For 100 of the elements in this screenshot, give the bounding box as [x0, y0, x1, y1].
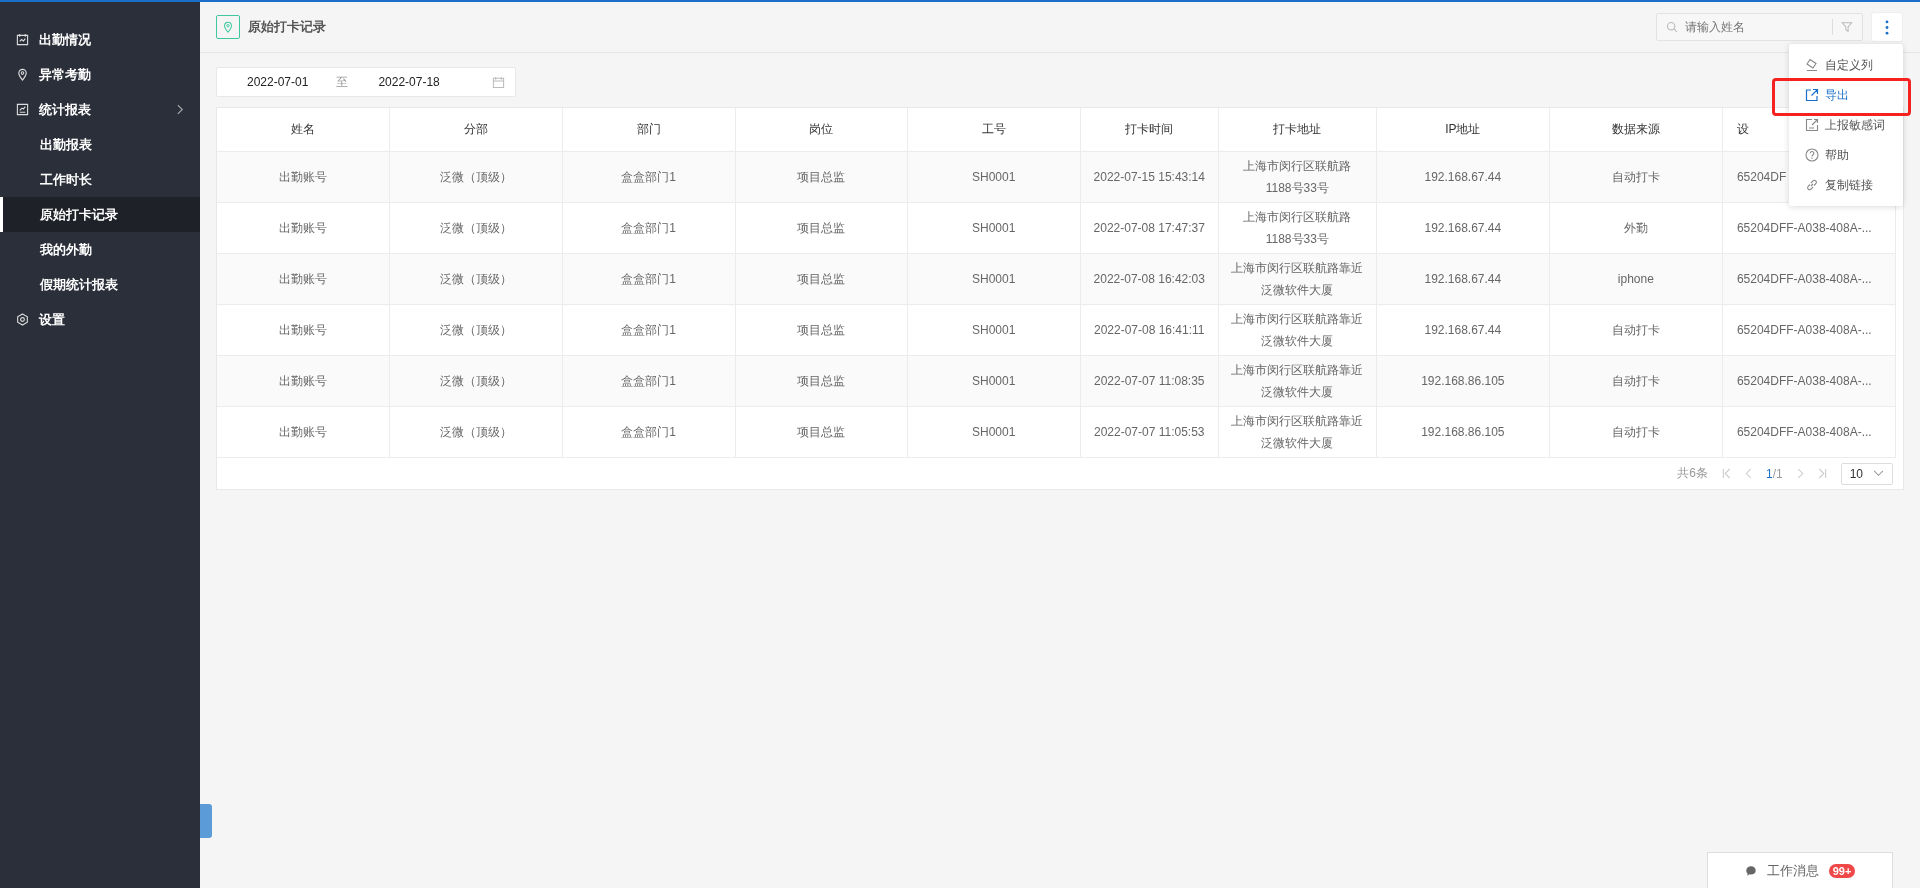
table-cell: 65204DFF-A038-408A-... — [1722, 406, 1896, 458]
current-page: 1 — [1765, 466, 1773, 481]
help-icon — [1805, 148, 1819, 162]
table-cell: 65204DFF-A038-408A-... — [1722, 304, 1896, 356]
next-page-icon[interactable] — [1796, 468, 1804, 479]
chart-icon — [16, 103, 29, 116]
settings-icon — [16, 313, 29, 326]
date-range-field[interactable]: 2022-07-01 至 2022-07-18 — [216, 67, 516, 97]
table-cell: 出勤账号 — [217, 304, 390, 356]
chevron-right-icon — [177, 104, 184, 115]
page-title: 原始打卡记录 — [248, 18, 326, 36]
table-cell: 盒盒部门1 — [562, 253, 736, 305]
table-cell: 192.168.67.44 — [1376, 151, 1550, 203]
first-page-icon[interactable] — [1721, 468, 1731, 479]
search-field[interactable]: 请输入姓名 — [1656, 13, 1863, 41]
chat-bubble-icon — [1744, 864, 1757, 877]
calendar-icon — [492, 75, 505, 89]
last-page-icon[interactable] — [1817, 468, 1827, 479]
chevron-down-icon — [1873, 470, 1884, 477]
table-cell: 2022-07-08 16:41:11 — [1080, 304, 1219, 356]
eraser-icon — [1805, 58, 1819, 72]
table-cell: 项目总监 — [735, 304, 908, 356]
table-cell: 泛微（顶级） — [389, 151, 563, 203]
table-cell: SH0001 — [907, 406, 1081, 458]
table-cell: 泛微（顶级） — [389, 253, 563, 305]
table-cell: 192.168.67.44 — [1376, 253, 1550, 305]
table-cell: 盒盒部门1 — [562, 151, 736, 203]
work-messages-button[interactable]: 工作消息 99+ — [1707, 852, 1893, 888]
table-cell: 65204DFF-A038-408A-... — [1722, 202, 1896, 254]
table-cell: 自动打卡 — [1549, 355, 1723, 407]
column-header: 打卡地址 — [1218, 108, 1377, 152]
table-cell: SH0001 — [907, 151, 1081, 203]
table-cell: 盒盒部门1 — [562, 406, 736, 458]
table-cell: 自动打卡 — [1549, 304, 1723, 356]
menu-item[interactable]: 导出 — [1825, 86, 1849, 104]
table-cell: 盒盒部门1 — [562, 202, 736, 254]
total-count: 共6条 — [1677, 465, 1708, 482]
table-cell: 上海市闵行区联航路靠近泛微软件大厦 — [1218, 355, 1377, 407]
table-cell: 上海市闵行区联航路靠近泛微软件大厦 — [1218, 304, 1377, 356]
nav-label: 出勤情况 — [39, 30, 92, 49]
export-icon — [1805, 88, 1819, 102]
table-cell: SH0001 — [907, 304, 1081, 356]
previous-page-icon[interactable] — [1744, 468, 1752, 479]
table-cell: iphone — [1549, 253, 1723, 305]
calendar-icon — [16, 33, 29, 46]
table-cell: 泛微（顶级） — [389, 355, 563, 407]
table-cell: 出勤账号 — [217, 253, 390, 305]
collapse-handle[interactable] — [200, 804, 212, 838]
column-header: 工号 — [907, 108, 1081, 152]
unread-badge: 99+ — [1828, 863, 1856, 878]
table-cell: 泛微（顶级） — [389, 202, 563, 254]
nav-subitem[interactable]: 假期统计报表 — [0, 267, 200, 302]
table-cell: 65204DFF-A038-408A-... — [1722, 253, 1896, 305]
menu-item[interactable]: 上报敏感词 — [1825, 116, 1885, 134]
table-cell: 出勤账号 — [217, 355, 390, 407]
nav-item[interactable]: 出勤情况 — [0, 22, 200, 57]
table-cell: 项目总监 — [735, 202, 908, 254]
table-cell: 2022-07-08 17:47:37 — [1080, 202, 1219, 254]
menu-item[interactable]: 复制链接 — [1825, 176, 1873, 194]
table-cell: 出勤账号 — [217, 151, 390, 203]
table-cell: 上海市闵行区联航路 1188号33号 — [1218, 202, 1377, 254]
nav-subitem[interactable]: 出勤报表 — [0, 127, 200, 162]
location-pin-icon — [216, 15, 240, 39]
table-cell: 192.168.67.44 — [1376, 202, 1550, 254]
table-cell: 2022-07-08 16:42:03 — [1080, 253, 1219, 305]
table-cell: 上海市闵行区联航路 1188号33号 — [1218, 151, 1377, 203]
table-cell: 项目总监 — [735, 151, 908, 203]
table-cell: 2022-07-15 15:43:14 — [1080, 151, 1219, 203]
table-cell: 65204DFF-A038-408A-... — [1722, 355, 1896, 407]
table-cell: 出勤账号 — [217, 406, 390, 458]
table-cell: SH0001 — [907, 202, 1081, 254]
menu-item[interactable]: 自定义列 — [1825, 56, 1873, 74]
table-cell: SH0001 — [907, 355, 1081, 407]
nav-subitem[interactable]: 工作时长 — [0, 162, 200, 197]
page-size-select[interactable]: 10 — [1840, 462, 1893, 485]
start-date: 2022-07-01 — [247, 75, 309, 89]
filter-icon[interactable] — [1841, 21, 1853, 33]
search-icon — [1666, 21, 1678, 33]
table-cell: 盒盒部门1 — [562, 304, 736, 356]
table-cell: 项目总监 — [735, 253, 908, 305]
table-cell: 192.168.86.105 — [1376, 406, 1550, 458]
nav-label: 统计报表 — [39, 100, 92, 119]
table-cell: 2022-07-07 11:05:53 — [1080, 406, 1219, 458]
date-separator: 至 — [336, 73, 349, 91]
table-cell: 泛微（顶级） — [389, 304, 563, 356]
table-cell: 泛微（顶级） — [389, 406, 563, 458]
table-cell: 项目总监 — [735, 355, 908, 407]
nav-item[interactable]: 统计报表 — [0, 92, 200, 127]
nav-subitem[interactable]: 原始打卡记录 — [0, 197, 200, 232]
table-cell: 外勤 — [1549, 202, 1723, 254]
column-header: 打卡时间 — [1080, 108, 1219, 152]
more-options-button[interactable] — [1871, 12, 1903, 42]
table-cell: 项目总监 — [735, 406, 908, 458]
page-count: /1 — [1772, 466, 1783, 481]
table-cell: 192.168.86.105 — [1376, 355, 1550, 407]
column-header: 数据来源 — [1549, 108, 1723, 152]
nav-subitem[interactable]: 我的外勤 — [0, 232, 200, 267]
nav-item[interactable]: 设置 — [0, 302, 200, 337]
nav-item[interactable]: 异常考勤 — [0, 57, 200, 92]
table-cell: 出勤账号 — [217, 202, 390, 254]
